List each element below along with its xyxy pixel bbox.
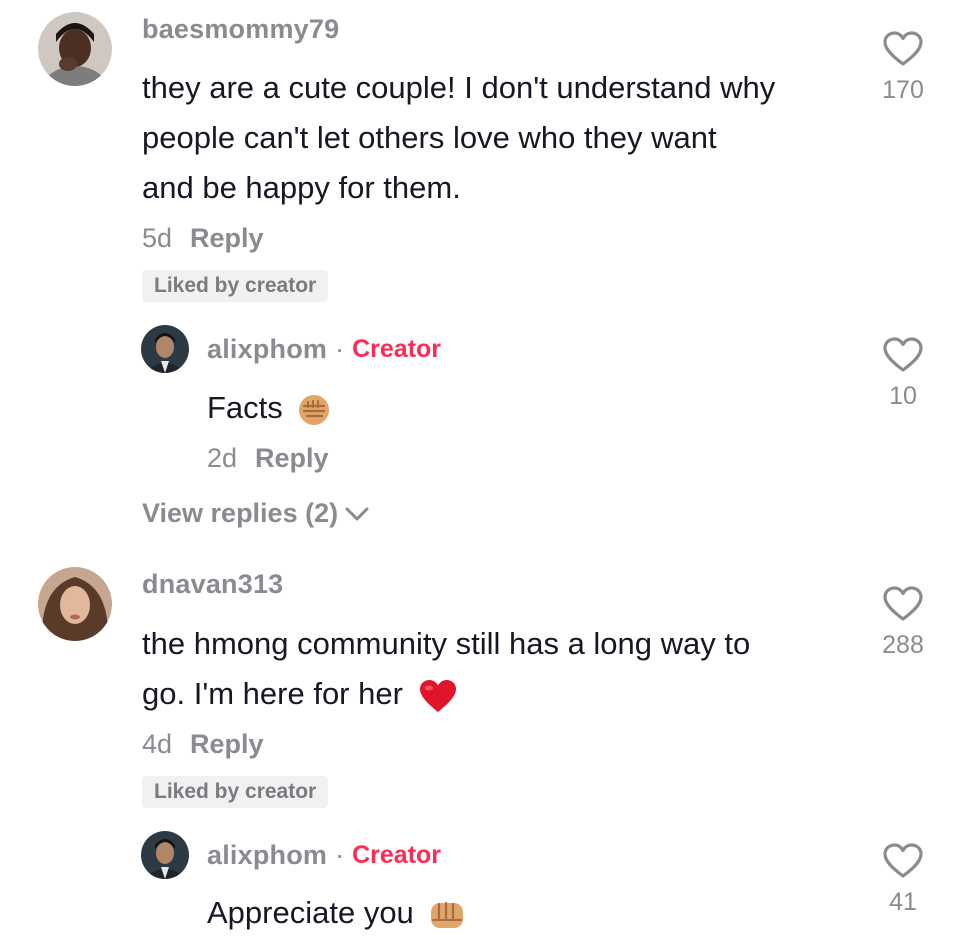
like-count: 170 — [882, 76, 924, 104]
comment-username[interactable]: dnavan313 — [142, 569, 283, 600]
creator-tag: Creator — [352, 335, 442, 363]
comment-text-line-with-emoji: go. I'm here for her — [142, 669, 750, 719]
reply-header: alixphom · Creator — [207, 334, 441, 365]
comment-meta: 4d Reply — [142, 729, 264, 760]
like-count: 41 — [889, 888, 917, 916]
like-control[interactable]: 288 — [858, 585, 948, 660]
avatar-alixphom[interactable] — [141, 831, 189, 879]
avatar-dnavan313[interactable] — [38, 567, 112, 641]
comment-text-line: they are a cute couple! I don't understa… — [142, 70, 776, 105]
heart-outline-icon[interactable] — [882, 842, 924, 880]
comment-meta: 5d Reply — [142, 223, 264, 254]
chevron-down-icon — [345, 507, 369, 520]
heart-outline-icon[interactable] — [882, 30, 924, 68]
reply-header: alixphom · Creator — [207, 840, 441, 871]
reply-text: Appreciate you — [207, 888, 466, 938]
reply-text-content: Appreciate you — [207, 895, 414, 930]
reply-button[interactable]: Reply — [255, 443, 329, 474]
reply-age: 2d — [207, 443, 238, 473]
view-replies-button[interactable]: View replies (2) — [142, 498, 370, 529]
reply-text-content: Facts — [207, 390, 283, 425]
reply-button[interactable]: Reply — [190, 223, 264, 254]
comment-text: the hmong community still has a long way… — [142, 619, 750, 719]
reply-username[interactable]: alixphom — [207, 334, 327, 365]
reply-text: Facts — [207, 383, 331, 433]
comment-age: 5d — [142, 223, 173, 253]
like-control[interactable]: 170 — [858, 30, 948, 105]
avatar-alixphom[interactable] — [141, 325, 189, 373]
oncoming-fist-icon — [431, 901, 464, 928]
reply-username[interactable]: alixphom — [207, 840, 327, 871]
like-control[interactable]: 10 — [858, 336, 948, 411]
like-count: 288 — [882, 631, 924, 659]
heart-outline-icon[interactable] — [882, 585, 924, 623]
liked-by-creator-badge: Liked by creator — [142, 776, 329, 808]
comment-text: they are a cute couple! I don't understa… — [142, 63, 775, 213]
like-count: 10 — [889, 382, 917, 410]
liked-by-creator-badge: Liked by creator — [142, 270, 329, 302]
separator-dot: · — [335, 840, 345, 870]
red-heart-icon — [419, 679, 456, 712]
heart-outline-icon[interactable] — [882, 336, 924, 374]
creator-tag: Creator — [352, 841, 442, 869]
reply-button[interactable]: Reply — [190, 729, 264, 760]
reply-meta: 2d Reply — [207, 443, 329, 474]
like-control[interactable]: 41 — [858, 842, 948, 917]
comment-text-line: the hmong community still has a long way… — [142, 626, 751, 661]
comment-age: 4d — [142, 729, 173, 759]
raised-fist-icon — [299, 394, 330, 425]
separator-dot: · — [335, 334, 345, 364]
comment-text-line: and be happy for them. — [142, 170, 461, 205]
comment-text-line: people can't let others love who they wa… — [142, 120, 717, 155]
comment-username[interactable]: baesmommy79 — [142, 14, 339, 45]
view-replies-label: View replies (2) — [142, 498, 339, 528]
avatar-baesmommy79[interactable] — [38, 12, 112, 86]
